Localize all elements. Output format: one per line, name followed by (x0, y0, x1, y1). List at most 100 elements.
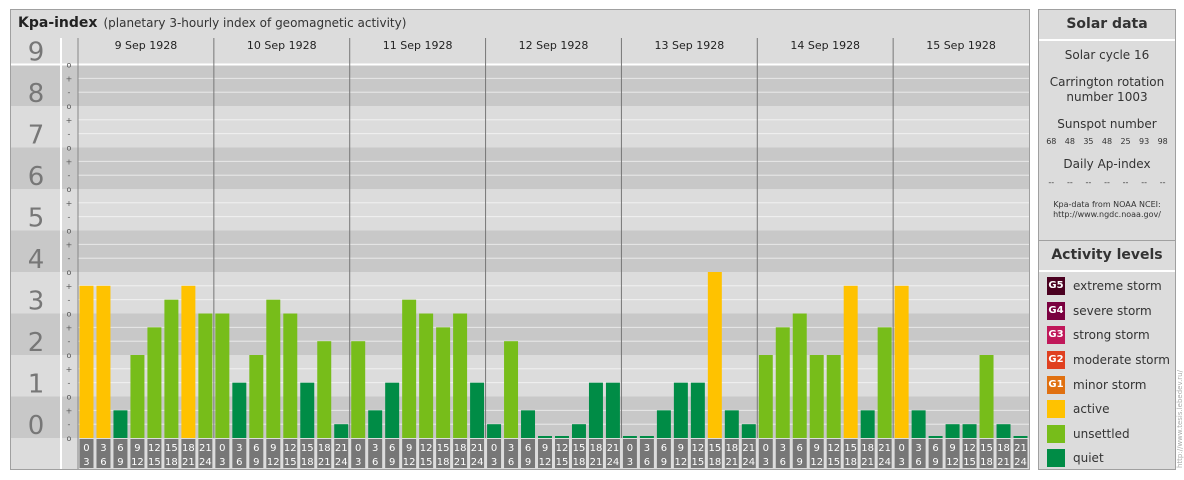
kp-bar (894, 285, 909, 438)
legend-item-g4: G4 severe storm (1039, 299, 1175, 324)
y-subtick-label: - (68, 130, 71, 139)
kp-bar (622, 436, 637, 438)
y-subtick-label: o (67, 268, 72, 277)
kp-bar (453, 313, 468, 438)
kp-bar (419, 313, 434, 438)
y-subtick-label: - (68, 337, 71, 346)
interval-end-label: 24 (199, 457, 212, 468)
y-tick-label: 3 (28, 287, 45, 317)
source-link[interactable]: http://www.ngdc.noaa.gov/ (1039, 210, 1175, 220)
interval-end-label: 15 (420, 457, 433, 468)
interval-end-label: 15 (148, 457, 161, 468)
kp-bar (147, 327, 162, 438)
interval-end-label: 6 (780, 457, 786, 468)
y-tick-label: 2 (28, 328, 45, 358)
kp-bar (571, 424, 586, 438)
legend-label: minor storm (1073, 377, 1147, 392)
y-subtick-label: + (66, 282, 73, 291)
interval-end-label: 3 (627, 457, 633, 468)
ap-value: -- (1159, 178, 1166, 187)
unsettled-swatch (1047, 424, 1065, 443)
day-label: 13 Sep 1928 (654, 39, 724, 52)
kp-bar (249, 355, 264, 438)
interval-start-label: 18 (861, 443, 874, 454)
level-band (11, 64, 1029, 106)
interval-start-label: 6 (797, 443, 803, 454)
interval-end-label: 18 (301, 457, 314, 468)
activity-legend: G5 extreme storm G4 severe storm G3 strong … (1039, 274, 1175, 471)
kp-bar (758, 355, 773, 438)
legend-item-g1: G1 minor storm (1039, 372, 1175, 397)
watermark-text: http://www.tesis.lebedev.ru/ (1176, 369, 1184, 468)
interval-start-label: 15 (980, 443, 993, 454)
interval-start-label: 12 (148, 443, 161, 454)
y-tick-label: 6 (28, 162, 45, 192)
interval-start-label: 18 (182, 443, 195, 454)
activity-levels-title: Activity levels (1039, 241, 1175, 272)
kp-bar (1013, 436, 1028, 438)
y-subtick-label: o (67, 144, 72, 153)
interval-start-label: 3 (644, 443, 650, 454)
interval-start-label: 18 (590, 443, 603, 454)
y-subtick-label: + (66, 240, 73, 249)
interval-start-label: 12 (827, 443, 840, 454)
legend-item-active: active (1039, 397, 1175, 422)
kp-bar (538, 436, 552, 438)
kp-bar (215, 313, 230, 438)
watermark: http://www.tesis.lebedev.ru/ (1176, 369, 1184, 468)
interval-end-label: 24 (1014, 457, 1027, 468)
kp-bar (402, 299, 417, 438)
day-label: 14 Sep 1928 (790, 39, 860, 52)
interval-start-label: 6 (253, 443, 259, 454)
interval-start-label: 18 (318, 443, 331, 454)
interval-start-label: 9 (542, 443, 548, 454)
interval-end-label: 15 (556, 457, 569, 468)
sunspot-label: Sunspot number (1057, 117, 1157, 131)
legend-label: extreme storm (1073, 279, 1162, 294)
interval-start-label: 3 (915, 443, 921, 454)
y-subtick-label: o (67, 61, 72, 70)
ap-value: -- (1141, 178, 1147, 187)
interval-start-label: 18 (725, 443, 738, 454)
day-label: 11 Sep 1928 (383, 39, 453, 52)
legend-item-g3: G3 strong storm (1039, 323, 1175, 348)
y-subtick-label: + (66, 116, 73, 125)
interval-end-label: 3 (219, 457, 225, 468)
interval-end-label: 21 (997, 457, 1010, 468)
interval-start-label: 12 (556, 443, 569, 454)
interval-end-label: 12 (810, 457, 823, 468)
kp-bar (504, 341, 519, 438)
interval-end-label: 12 (674, 457, 687, 468)
y-tick-label: 7 (28, 121, 45, 151)
interval-end-label: 6 (644, 457, 650, 468)
y-subtick-label: - (68, 213, 71, 222)
interval-start-label: 0 (898, 443, 904, 454)
solar-cycle: Solar cycle 16 (1064, 48, 1150, 62)
legend-label: moderate storm (1073, 353, 1170, 368)
interval-end-label: 9 (117, 457, 123, 468)
level-band (11, 147, 1029, 189)
interval-start-label: 18 (454, 443, 467, 454)
interval-start-label: 6 (117, 443, 123, 454)
interval-start-label: 15 (437, 443, 450, 454)
day-label: 15 Sep 1928 (926, 39, 996, 52)
interval-end-label: 24 (607, 457, 620, 468)
interval-start-label: 21 (607, 443, 620, 454)
interval-start-label: 9 (678, 443, 684, 454)
interval-end-label: 21 (182, 457, 195, 468)
interval-start-label: 9 (949, 443, 955, 454)
interval-start-label: 6 (525, 443, 531, 454)
interval-end-label: 12 (267, 457, 280, 468)
interval-end-label: 15 (284, 457, 297, 468)
kp-bar (181, 285, 196, 438)
y-tick-label: 0 (28, 411, 45, 441)
kp-bar (741, 424, 756, 438)
chart-title: Kpa-index (18, 15, 98, 31)
y-subtick-label: - (68, 379, 71, 388)
interval-start-label: 15 (844, 443, 857, 454)
interval-end-label: 12 (403, 457, 416, 468)
kp-bar (79, 285, 94, 438)
level-band (11, 396, 1029, 438)
interval-start-label: 3 (780, 443, 786, 454)
kp-bar (385, 382, 400, 438)
